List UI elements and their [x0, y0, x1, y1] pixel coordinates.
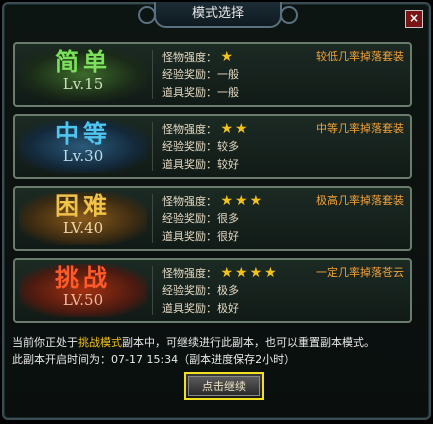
divider: [152, 194, 153, 243]
notice-prefix: 当前你正处于: [12, 336, 78, 349]
divider: [152, 50, 153, 99]
mode-easy[interactable]: 简单 Lv.15 怪物强度： ★ 经验奖励：一般 道具奖励：一般 较低几率掉落套…: [13, 42, 412, 107]
mode-stats: 怪物强度： ★★★★ 经验奖励：极多 道具奖励：极好: [162, 264, 279, 318]
star-icon: ★: [220, 49, 236, 65]
mode-challenge[interactable]: 挑战 LV.50 怪物强度： ★★★★ 经验奖励：极多 道具奖励：极好 一定几率…: [13, 258, 412, 323]
item-label: 道具奖励：: [162, 86, 217, 99]
drop-text: 较低几率掉落套装: [316, 50, 404, 63]
star-icon: ★★★: [220, 193, 265, 209]
monster-label: 怪物强度：: [162, 51, 217, 64]
mode-level: LV.50: [62, 291, 104, 309]
mode-name: 中等: [55, 119, 111, 148]
monster-label: 怪物强度：: [162, 195, 217, 208]
mode-emblem: 困难 LV.40: [19, 192, 147, 245]
mode-name: 挑战: [55, 263, 111, 292]
exp-value: 极多: [217, 284, 239, 297]
item-label: 道具奖励：: [162, 158, 217, 171]
open-time-text: 此副本开启时间为：07-17 15:34（副本进度保存2小时）: [12, 353, 296, 366]
item-value: 极好: [217, 302, 239, 315]
exp-value: 一般: [217, 68, 239, 81]
monster-label: 怪物强度：: [162, 123, 217, 136]
mode-select-dialog: 模式选择 × 简单 Lv.15 怪物强度： ★ 经验奖励：一般 道具奖励：一般 …: [2, 2, 431, 420]
mode-emblem: 挑战 LV.50: [19, 264, 147, 317]
divider: [152, 266, 153, 315]
exp-label: 经验奖励：: [162, 140, 217, 153]
mode-name: 困难: [55, 191, 111, 220]
item-value: 一般: [217, 86, 239, 99]
item-label: 道具奖励：: [162, 230, 217, 243]
mode-name: 简单: [55, 47, 111, 76]
exp-label: 经验奖励：: [162, 212, 217, 225]
item-label: 道具奖励：: [162, 302, 217, 315]
drop-text: 一定几率掉落苍云: [316, 266, 404, 279]
drop-text: 极高几率掉落套装: [316, 194, 404, 207]
exp-value: 较多: [217, 140, 239, 153]
exp-label: 经验奖励：: [162, 284, 217, 297]
divider: [152, 122, 153, 171]
mode-stats: 怪物强度： ★★ 经验奖励：较多 道具奖励：较好: [162, 120, 250, 174]
exp-value: 很多: [217, 212, 239, 225]
star-icon: ★★★★: [220, 265, 279, 281]
current-mode-highlight: 挑战模式: [78, 336, 122, 349]
mode-stats: 怪物强度： ★ 经验奖励：一般 道具奖励：一般: [162, 48, 239, 102]
continue-button-label: 点击继续: [188, 376, 260, 396]
monster-label: 怪物强度：: [162, 267, 217, 280]
mode-hard[interactable]: 困难 LV.40 怪物强度： ★★★ 经验奖励：很多 道具奖励：很好 极高几率掉…: [13, 186, 412, 251]
mode-level: Lv.30: [62, 147, 104, 165]
star-icon: ★★: [220, 121, 250, 137]
mode-emblem: 简单 Lv.15: [19, 48, 147, 101]
item-value: 较好: [217, 158, 239, 171]
mode-stats: 怪物强度： ★★★ 经验奖励：很多 道具奖励：很好: [162, 192, 264, 246]
notice-suffix: 副本中，可继续进行此副本，也可以重置副本模式。: [122, 336, 375, 349]
dialog-title: 模式选择: [138, 2, 298, 28]
mode-level: Lv.15: [62, 75, 104, 93]
exp-label: 经验奖励：: [162, 68, 217, 81]
item-value: 很好: [217, 230, 239, 243]
close-button[interactable]: ×: [405, 10, 423, 28]
mode-emblem: 中等 Lv.30: [19, 120, 147, 173]
continue-button[interactable]: 点击继续: [184, 372, 264, 400]
drop-text: 中等几率掉落套装: [316, 122, 404, 135]
mode-notice: 当前你正处于挑战模式副本中，可继续进行此副本，也可以重置副本模式。 此副本开启时…: [12, 334, 375, 368]
mode-level: LV.40: [62, 219, 104, 237]
mode-normal[interactable]: 中等 Lv.30 怪物强度： ★★ 经验奖励：较多 道具奖励：较好 中等几率掉落…: [13, 114, 412, 179]
